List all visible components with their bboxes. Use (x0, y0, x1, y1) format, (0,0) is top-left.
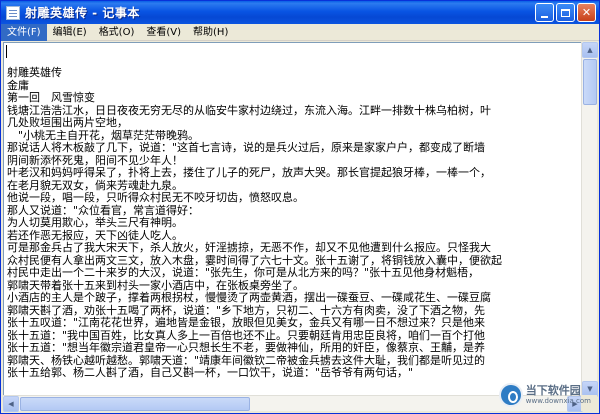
vertical-scroll-thumb[interactable] (583, 59, 597, 105)
menu-format[interactable]: 格式(O) (93, 24, 141, 41)
scroll-up-button[interactable]: ▲ (582, 42, 598, 58)
caption-buttons: ✕ (535, 3, 596, 22)
minimize-button[interactable] (535, 3, 554, 22)
text-line: 张十五叹道："江南花花世界，遍地皆是金银，放眼但见美女，金兵又有哪一日不想过来？… (7, 316, 486, 329)
text-line: 小酒店的主人是个跛子，撑着两根拐杖，慢慢烫了两壶黄酒，摆出一碟蚕豆、一碟咸花生、… (7, 291, 491, 304)
vertical-scrollbar[interactable]: ▲ ▼ (581, 42, 598, 397)
text-line: 为人切莫用欺心，举头三尺有神明。 (7, 216, 183, 229)
minimize-icon (541, 15, 548, 18)
close-icon: ✕ (581, 6, 592, 19)
text-line: 那说话人将木板敲了几下，说道："这首七言诗，说的是兵火过后，原来是家家户户，都变… (7, 141, 486, 154)
menu-help[interactable]: 帮助(H) (187, 24, 234, 41)
close-button[interactable]: ✕ (577, 3, 596, 22)
text-line: 村民中走出一个二十来岁的大汉，说道："张先生，你可是从北方来的吗？"张十五见他身… (7, 266, 480, 279)
text-line: 几处败垣围出两片空地， (7, 116, 128, 129)
menu-edit[interactable]: 编辑(E) (47, 24, 93, 41)
text-line: 张十五道："想当年徽宗道君皇帝一心只想长生不老，要做神仙，所用的奸臣，像蔡京、王… (7, 341, 486, 354)
downxia-logo-icon (499, 383, 523, 407)
watermark-name: 当下软件园 (525, 383, 581, 397)
menu-view[interactable]: 查看(V) (140, 24, 187, 41)
text-line: 张十五给郭、杨二人斟了酒，自己又斟一杯，一口饮干，说道："岳爷爷有两句话，" (7, 366, 414, 379)
text-line: 可是那金兵占了我大宋天下，杀人放火，奸淫掳掠，无恶不作，却又不见他遭到什么报应。… (7, 241, 491, 254)
notepad-window: 射雕英雄传 - 记事本 ✕ 文件(F) 编辑(E) 格式(O) 查看(V) 帮助… (0, 0, 600, 414)
text-editor[interactable]: 射雕英雄传 金庸 第一回 风雪惊变 钱塘江浩浩江水，日日夜夜无穷无尽的从临安牛家村边绕… (3, 42, 583, 397)
horizontal-scrollbar[interactable]: ◀ ▶ (3, 395, 583, 412)
arrow-left-icon: ◀ (8, 400, 14, 408)
text-line: 射雕英雄传 (7, 66, 62, 79)
text-line: 叶老汉和妈妈呼得呆了，扑将上去，搂住了儿子的死尸，放声大哭。那长官提起狼牙棒，一… (7, 166, 491, 179)
maximize-icon (561, 8, 570, 17)
scroll-left-button[interactable]: ◀ (3, 396, 19, 412)
site-watermark: 当下软件园 www.downxia.com (499, 381, 591, 409)
text-caret (6, 45, 7, 58)
watermark-text: 当下软件园 www.downxia.com (525, 383, 591, 406)
arrow-up-icon: ▲ (587, 46, 593, 54)
window-title: 射雕英雄传 - 记事本 (25, 6, 140, 20)
text-line: 第一回 风雪惊变 (7, 91, 95, 104)
menu-file[interactable]: 文件(F) (1, 23, 47, 41)
menu-bar: 文件(F) 编辑(E) 格式(O) 查看(V) 帮助(H) (1, 23, 599, 41)
watermark-url: www.downxia.com (525, 396, 591, 405)
maximize-button[interactable] (556, 3, 575, 22)
document-text[interactable]: 射雕英雄传 金庸 第一回 风雪惊变 钱塘江浩浩江水，日日夜夜无穷无尽的从临安牛家村边绕… (7, 66, 502, 380)
text-line: 他说一段，唱一段，只听得众村民无不咬牙切齿，愤怒叹息。 (7, 191, 304, 204)
horizontal-scroll-thumb[interactable] (20, 397, 250, 411)
notepad-icon[interactable] (6, 5, 20, 20)
title-bar[interactable]: 射雕英雄传 - 记事本 ✕ (1, 1, 599, 24)
